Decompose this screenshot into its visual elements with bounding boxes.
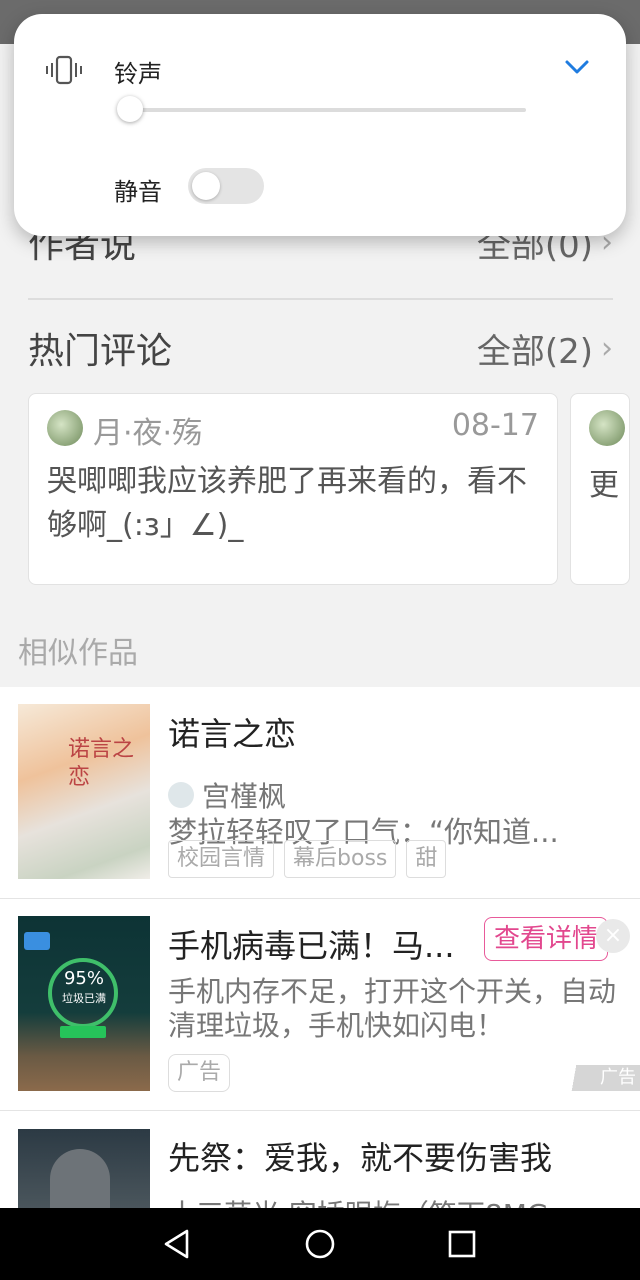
book-cover[interactable]: 诺言之恋 bbox=[18, 704, 150, 879]
author-avatar bbox=[168, 782, 194, 808]
hot-comments-more[interactable]: 全部(2) › bbox=[477, 324, 613, 373]
comment-card[interactable]: 月·夜·殇 08-17 哭唧唧我应该养肥了再来看的，看不够啊_(:з」∠)_ bbox=[28, 393, 558, 585]
chevron-down-icon[interactable] bbox=[562, 52, 592, 82]
ad-title: 手机病毒已满！马... bbox=[168, 927, 455, 965]
avatar[interactable] bbox=[589, 410, 625, 446]
volume-panel: 铃声 静音 bbox=[14, 14, 626, 236]
recents-icon[interactable] bbox=[444, 1226, 480, 1262]
ad-description: 手机内存不足，打开这个开关，自动清理垃圾，手机快如闪电！ bbox=[168, 975, 617, 1042]
back-icon[interactable] bbox=[160, 1226, 196, 1262]
ad-gauge-percent: 95% bbox=[63, 968, 104, 989]
cover-figure bbox=[50, 1149, 110, 1208]
comment-date: 08-17 bbox=[451, 408, 539, 443]
similar-works-label: 相似作品 bbox=[18, 636, 138, 671]
avatar[interactable] bbox=[47, 410, 83, 446]
navigation-bar bbox=[0, 1208, 640, 1280]
ad-gauge-label: 垃圾已满 bbox=[62, 992, 106, 1005]
book-title: 先祭：爱我，就不要伤害我 bbox=[168, 1139, 553, 1177]
book-cover[interactable] bbox=[18, 1129, 150, 1208]
book-tags: 校园言情 幕后boss 甜 bbox=[168, 840, 447, 878]
vibrate-icon[interactable] bbox=[44, 54, 84, 86]
home-icon[interactable] bbox=[302, 1226, 338, 1262]
book-tag: 校园言情 bbox=[168, 840, 275, 878]
comment-card[interactable]: 更 bbox=[570, 393, 630, 585]
comment-user[interactable]: 月·夜·殇 bbox=[93, 408, 202, 452]
comment-text: 哭唧唧我应该养肥了再来看的，看不够啊_(:з」∠)_ bbox=[47, 464, 527, 543]
divider bbox=[28, 298, 613, 300]
toggle-knob bbox=[192, 172, 220, 200]
ad-image[interactable]: 95% 垃圾已满 bbox=[18, 916, 150, 1091]
hot-comments-more-label: 全部(2) bbox=[476, 331, 593, 372]
ringtone-label: 铃声 bbox=[114, 60, 162, 88]
comment-text: 更 bbox=[589, 468, 619, 503]
book-author: 十三草光·容插眼梅（笔下8MG bbox=[168, 1193, 608, 1208]
book-list-item[interactable]: 诺言之恋 诺言之恋 宫槿枫 梦拉轻轻叹了口气：“你知道... 校园言情 幕后bo… bbox=[0, 687, 640, 899]
book-detail-page: 作者说 全部(0) › 热门评论 全部(2) › 月·夜·殇 08-17 哭唧唧我应… bbox=[0, 0, 640, 1208]
ad-item[interactable]: 95% 垃圾已满 手机病毒已满！马... 查看详情 × 手机内存不足，打开这个开… bbox=[0, 899, 640, 1111]
ad-corner-badge: 广告 bbox=[558, 1065, 640, 1091]
ringtone-volume-slider[interactable] bbox=[117, 96, 526, 122]
chevron-right-icon: › bbox=[601, 330, 613, 366]
hot-comments-title: 热门评论 bbox=[28, 331, 173, 372]
book-tag: 甜 bbox=[406, 840, 447, 878]
mute-toggle[interactable] bbox=[188, 168, 264, 204]
ad-clean-button bbox=[60, 1026, 106, 1038]
cloud-icon bbox=[24, 932, 50, 950]
close-icon[interactable]: × bbox=[596, 919, 630, 953]
ad-tag: 广告 bbox=[168, 1054, 231, 1092]
mute-label: 静音 bbox=[114, 178, 162, 206]
book-tag: 幕后boss bbox=[284, 840, 397, 878]
book-list-item[interactable]: 先祭：爱我，就不要伤害我 十三草光·容插眼梅（笔下8MG bbox=[0, 1111, 640, 1208]
view-details-button[interactable]: 查看详情 bbox=[484, 917, 608, 961]
hot-comments-header[interactable]: 热门评论 全部(2) › bbox=[28, 318, 613, 378]
cover-title: 诺言之恋 bbox=[68, 737, 135, 790]
slider-knob[interactable] bbox=[117, 96, 144, 122]
book-title: 诺言之恋 bbox=[168, 715, 297, 753]
